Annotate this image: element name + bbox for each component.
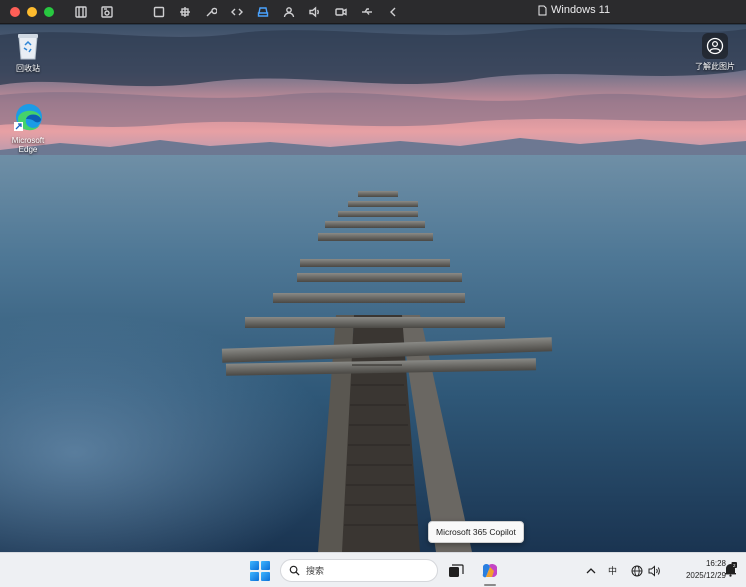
show-hidden-icons-button[interactable] bbox=[586, 553, 596, 587]
sidebar-icon[interactable] bbox=[72, 3, 90, 21]
learn-about-this-picture[interactable]: 了解此图片 bbox=[688, 33, 742, 71]
recycle-bin-label: 回收站 bbox=[16, 64, 40, 73]
search-input[interactable]: 搜索 bbox=[280, 559, 438, 582]
desktop[interactable]: 回收站 Microsoft Edge 了解此图片 Microsoft 365 C… bbox=[0, 25, 746, 552]
drive-icon[interactable] bbox=[254, 3, 272, 21]
active-app-indicator bbox=[484, 584, 496, 586]
ime-label: 中 bbox=[608, 566, 618, 576]
vm-toolbar: Windows 11 bbox=[0, 0, 746, 24]
task-view-icon bbox=[449, 564, 464, 577]
input-method-indicator[interactable]: 中 bbox=[608, 553, 617, 587]
learn-picture-icon bbox=[702, 33, 728, 59]
camera-icon[interactable] bbox=[332, 3, 350, 21]
speaker-icon bbox=[648, 564, 660, 577]
chevron-left-icon[interactable] bbox=[384, 3, 402, 21]
volume-icon[interactable] bbox=[306, 3, 324, 21]
microsoft-edge-shortcut[interactable]: Microsoft Edge bbox=[4, 101, 52, 154]
network-button[interactable] bbox=[631, 553, 643, 587]
clock-date: 2025/12/29 bbox=[685, 571, 726, 580]
taskbar: 搜索 中 16:28 2025/12/29 2 bbox=[0, 552, 746, 587]
search-placeholder: 搜索 bbox=[306, 566, 325, 576]
volume-button[interactable] bbox=[648, 553, 662, 587]
clock[interactable]: 16:28 2025/12/29 bbox=[670, 558, 726, 582]
close-button[interactable] bbox=[10, 6, 20, 17]
search-icon bbox=[289, 565, 300, 576]
windows-logo-tile bbox=[250, 561, 259, 570]
window-title: Windows 11 bbox=[538, 4, 610, 16]
taskbar-tooltip: Microsoft 365 Copilot bbox=[428, 521, 524, 543]
wrench-icon[interactable] bbox=[202, 3, 220, 21]
usb-icon[interactable] bbox=[358, 3, 376, 21]
resize-icon[interactable] bbox=[176, 3, 194, 21]
wallpaper bbox=[0, 25, 746, 552]
windows-logo-tile bbox=[261, 561, 270, 570]
task-view-button[interactable] bbox=[446, 561, 466, 581]
window-title-text: Windows 11 bbox=[551, 4, 611, 16]
clock-time: 16:28 bbox=[705, 559, 726, 568]
edge-label-line1: Microsoft bbox=[11, 136, 45, 145]
copilot-button[interactable] bbox=[480, 561, 500, 581]
start-button[interactable] bbox=[250, 561, 270, 581]
learn-picture-label: 了解此图片 bbox=[695, 62, 735, 71]
document-icon bbox=[538, 5, 547, 15]
globe-icon bbox=[631, 565, 643, 576]
code-icon[interactable] bbox=[228, 3, 246, 21]
notification-button[interactable]: 2 bbox=[724, 562, 738, 578]
edge-label-line2: Edge bbox=[18, 145, 38, 154]
microsoft-365-copilot-icon bbox=[482, 563, 497, 578]
minimize-button[interactable] bbox=[27, 6, 37, 17]
recycle-bin[interactable]: 回收站 bbox=[8, 31, 48, 73]
chevron-up-icon bbox=[586, 567, 596, 573]
user-icon[interactable] bbox=[280, 3, 298, 21]
window-controls bbox=[10, 6, 54, 17]
edge-icon bbox=[14, 104, 42, 131]
window-icon[interactable] bbox=[150, 3, 168, 21]
recycle-bin-icon bbox=[18, 34, 38, 60]
snapshot-icon[interactable] bbox=[98, 3, 116, 21]
windows-logo-tile bbox=[250, 572, 259, 581]
notification-bell-icon: 2 bbox=[725, 562, 737, 577]
windows-logo-tile bbox=[261, 572, 270, 581]
zoom-button[interactable] bbox=[44, 6, 54, 17]
